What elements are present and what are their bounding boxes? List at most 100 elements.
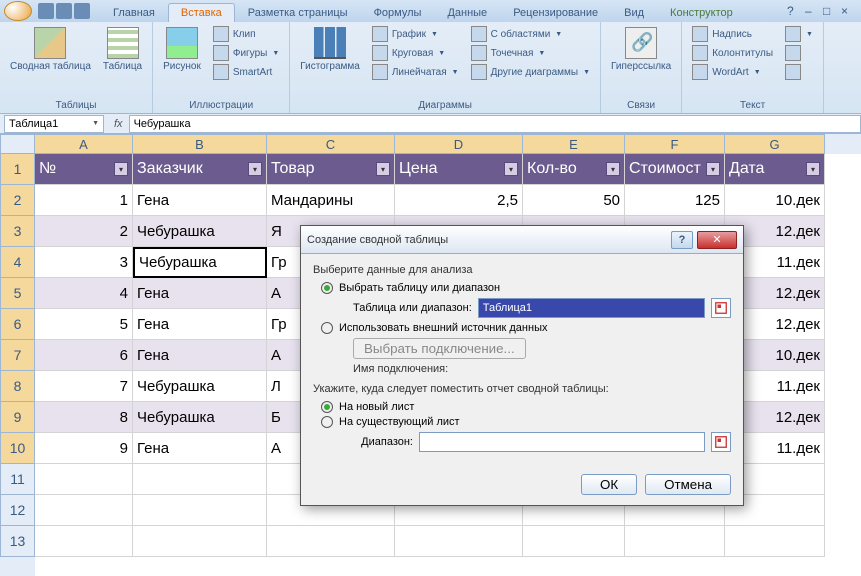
dialog-titlebar[interactable]: Создание сводной таблицы ? ✕	[301, 226, 743, 254]
text-more-1[interactable]: ▼	[781, 25, 817, 43]
col-header-B[interactable]: B	[133, 134, 267, 154]
range-selector-button[interactable]	[711, 298, 731, 318]
cell[interactable]: 1	[35, 185, 133, 216]
col-header-E[interactable]: E	[523, 134, 625, 154]
col-header-C[interactable]: C	[267, 134, 395, 154]
row-header-7[interactable]: 7	[0, 340, 35, 371]
cell[interactable]: Чебурашка	[133, 371, 267, 402]
tab-page-layout[interactable]: Разметка страницы	[235, 3, 361, 22]
row-header-8[interactable]: 8	[0, 371, 35, 402]
cell[interactable]: 2,5	[395, 185, 523, 216]
table-button[interactable]: Таблица	[99, 25, 146, 74]
header-qty[interactable]: Кол-во▾	[523, 154, 625, 185]
col-header-F[interactable]: F	[625, 134, 725, 154]
qat-undo-icon[interactable]	[56, 3, 72, 19]
area-chart-button[interactable]: С областями▼	[467, 25, 594, 43]
cell[interactable]	[395, 526, 523, 557]
radio-existing-sheet[interactable]: На существующий лист	[321, 416, 731, 428]
cell[interactable]: 4	[35, 278, 133, 309]
filter-icon[interactable]: ▾	[376, 162, 390, 176]
cell[interactable]	[133, 464, 267, 495]
col-header-A[interactable]: A	[35, 134, 133, 154]
cell[interactable]: 5	[35, 309, 133, 340]
cell[interactable]	[523, 526, 625, 557]
col-header-G[interactable]: G	[725, 134, 825, 154]
close-icon[interactable]: ×	[841, 4, 855, 18]
tab-home[interactable]: Главная	[100, 3, 168, 22]
other-charts-button[interactable]: Другие диаграммы▼	[467, 63, 594, 81]
formula-input[interactable]: Чебурашка	[129, 115, 861, 133]
select-all-corner[interactable]	[0, 134, 35, 154]
cancel-button[interactable]: Отмена	[645, 474, 731, 495]
dialog-close-button[interactable]: ✕	[697, 231, 737, 249]
cell[interactable]: 6	[35, 340, 133, 371]
cell[interactable]: Гена	[133, 278, 267, 309]
tab-insert[interactable]: Вставка	[168, 3, 235, 22]
row-header-9[interactable]: 9	[0, 402, 35, 433]
header-price[interactable]: Цена▾	[395, 154, 523, 185]
range-input[interactable]: Таблица1	[478, 298, 705, 318]
radio-icon[interactable]	[321, 401, 333, 413]
cell[interactable]: Мандарины	[267, 185, 395, 216]
bar-chart-button[interactable]: Линейчатая▼	[368, 63, 463, 81]
row-header-10[interactable]: 10	[0, 433, 35, 464]
cell[interactable]: 2	[35, 216, 133, 247]
hyperlink-button[interactable]: Гиперссылка	[607, 25, 675, 74]
radio-icon[interactable]	[321, 322, 333, 334]
radio-external-source[interactable]: Использовать внешний источник данных	[321, 322, 731, 334]
radio-new-sheet[interactable]: На новый лист	[321, 401, 731, 413]
radio-icon[interactable]	[321, 416, 333, 428]
tab-formulas[interactable]: Формулы	[361, 3, 435, 22]
cell[interactable]: Гена	[133, 340, 267, 371]
header-footer-button[interactable]: Колонтитулы	[688, 44, 777, 62]
row-header-12[interactable]: 12	[0, 495, 35, 526]
cell[interactable]: 8	[35, 402, 133, 433]
filter-icon[interactable]: ▾	[504, 162, 518, 176]
cell[interactable]	[625, 526, 725, 557]
restore-icon[interactable]: □	[823, 4, 837, 18]
header-n[interactable]: №▾	[35, 154, 133, 185]
dialog-help-button[interactable]: ?	[671, 231, 693, 249]
radio-select-range[interactable]: Выбрать таблицу или диапазон	[321, 282, 731, 294]
header-date[interactable]: Дата▾	[725, 154, 825, 185]
location-selector-button[interactable]	[711, 432, 731, 452]
cell[interactable]	[35, 526, 133, 557]
cell[interactable]	[35, 495, 133, 526]
cell[interactable]: 9	[35, 433, 133, 464]
filter-icon[interactable]: ▾	[114, 162, 128, 176]
cell[interactable]: 10.дек	[725, 185, 825, 216]
row-header-3[interactable]: 3	[0, 216, 35, 247]
header-prod[interactable]: Товар▾	[267, 154, 395, 185]
row-header-5[interactable]: 5	[0, 278, 35, 309]
radio-icon[interactable]	[321, 282, 333, 294]
pivot-table-button[interactable]: Сводная таблица	[6, 25, 95, 74]
name-box[interactable]: Таблица1 ▼	[4, 115, 104, 133]
scatter-chart-button[interactable]: Точечная▼	[467, 44, 594, 62]
filter-icon[interactable]: ▾	[706, 162, 720, 176]
cell[interactable]: Гена	[133, 185, 267, 216]
line-chart-button[interactable]: График▼	[368, 25, 463, 43]
cell[interactable]	[133, 526, 267, 557]
filter-icon[interactable]: ▾	[806, 162, 820, 176]
row-header-13[interactable]: 13	[0, 526, 35, 557]
shapes-button[interactable]: Фигуры▼	[209, 44, 283, 62]
clip-button[interactable]: Клип	[209, 25, 283, 43]
col-header-D[interactable]: D	[395, 134, 523, 154]
cell[interactable]: 7	[35, 371, 133, 402]
qat-save-icon[interactable]	[38, 3, 54, 19]
cell[interactable]: Чебурашка	[133, 216, 267, 247]
row-header-4[interactable]: 4	[0, 247, 35, 278]
cell[interactable]: 3	[35, 247, 133, 278]
pie-chart-button[interactable]: Круговая▼	[368, 44, 463, 62]
text-more-3[interactable]	[781, 63, 817, 81]
chevron-down-icon[interactable]: ▼	[92, 120, 99, 127]
cell[interactable]: 125	[625, 185, 725, 216]
minimize-icon[interactable]: –	[805, 4, 819, 18]
row-header-1[interactable]: 1	[0, 154, 35, 185]
tab-view[interactable]: Вид	[611, 3, 657, 22]
ok-button[interactable]: ОК	[581, 474, 637, 495]
row-header-6[interactable]: 6	[0, 309, 35, 340]
row-header-2[interactable]: 2	[0, 185, 35, 216]
office-button[interactable]	[4, 1, 32, 21]
cell[interactable]	[133, 495, 267, 526]
